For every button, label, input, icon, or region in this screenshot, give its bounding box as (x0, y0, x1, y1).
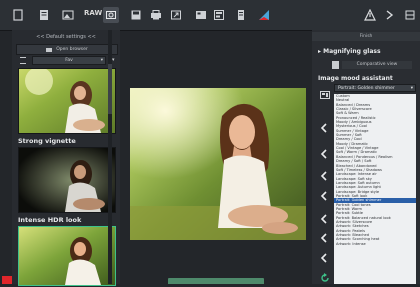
finish-panel: Finish ▸ Magnifying glass Comparative vi… (312, 30, 420, 284)
portrait-photo (130, 88, 306, 240)
filter-icon[interactable] (382, 7, 398, 23)
batch-icon[interactable] (193, 7, 209, 23)
preset-label: Strong vignette (18, 137, 76, 145)
histogram-icon[interactable] (256, 7, 272, 23)
chevron-left-icon[interactable] (318, 213, 330, 225)
preset-filter-row: Fav ▾ ▾ (16, 55, 116, 65)
preset-thumbnail[interactable] (18, 68, 116, 134)
layers-icon[interactable] (233, 7, 249, 23)
crop-icon[interactable] (211, 7, 227, 23)
main-photo[interactable] (130, 88, 306, 240)
open-document-icon[interactable] (36, 7, 52, 23)
chevron-left-icon[interactable] (318, 190, 330, 202)
chevron-left-icon[interactable] (318, 170, 330, 182)
finish-panel-header[interactable]: Finish (312, 32, 420, 41)
chevron-left-icon[interactable] (318, 232, 330, 244)
red-marker (2, 276, 12, 284)
compare-view-icon[interactable] (103, 7, 119, 23)
print-icon[interactable] (148, 7, 164, 23)
new-document-icon[interactable] (10, 7, 26, 23)
export-icon[interactable] (168, 7, 184, 23)
save-icon[interactable] (128, 7, 144, 23)
chevron-left-icon[interactable] (318, 252, 330, 264)
chevron-left-icon[interactable] (318, 122, 330, 134)
image-icon[interactable] (60, 7, 76, 23)
preset-label: Intense HDR look (18, 216, 82, 224)
preset-thumbnail-selected[interactable] (18, 226, 116, 286)
warning-icon[interactable] (362, 7, 378, 23)
main-toolbar: RAW (0, 0, 420, 31)
chevron-down-icon: ▾ (410, 86, 413, 91)
mood-assistant-title: Image mood assistant (318, 75, 393, 82)
mood-list[interactable]: Custom Neutral Balanced / Dreams Classic / … (334, 94, 416, 284)
mood-select[interactable]: Portrait: Golden shimmer ▾ (334, 84, 416, 92)
chevron-left-icon[interactable] (318, 148, 330, 160)
mood-preset-icon[interactable] (320, 84, 330, 99)
preset-scrollbar-thumb[interactable] (108, 64, 112, 114)
reset-icon[interactable] (320, 268, 330, 282)
preset-filter-select[interactable]: Fav ▾ (32, 55, 106, 65)
mood-list-item[interactable]: Artwork: Intense (334, 242, 416, 246)
image-canvas (124, 30, 310, 284)
portrait-thumbnail (19, 148, 115, 212)
portrait-thumbnail (19, 69, 115, 133)
apply-button[interactable] (168, 278, 264, 284)
portrait-thumbnail (19, 227, 115, 285)
raw-label[interactable]: RAW (84, 9, 102, 17)
preset-panel: << Default settings << Open browser Fav … (12, 30, 120, 286)
open-browser-label: Open browser (56, 47, 88, 52)
chevron-down-icon[interactable]: ▾ (112, 57, 115, 63)
comparative-view-icon[interactable] (332, 61, 339, 69)
settings-icon[interactable] (402, 7, 418, 23)
preset-thumbnail[interactable] (18, 147, 116, 213)
list-view-icon[interactable] (20, 56, 26, 64)
magnifier-title[interactable]: ▸ Magnifying glass (318, 48, 381, 55)
chevron-down-icon: ▾ (100, 57, 103, 63)
open-browser-button[interactable]: Open browser (16, 44, 118, 55)
comparative-view-button[interactable]: Comparative view (342, 61, 412, 69)
preset-panel-header[interactable]: << Default settings << (12, 32, 120, 42)
folder-icon (46, 47, 53, 52)
